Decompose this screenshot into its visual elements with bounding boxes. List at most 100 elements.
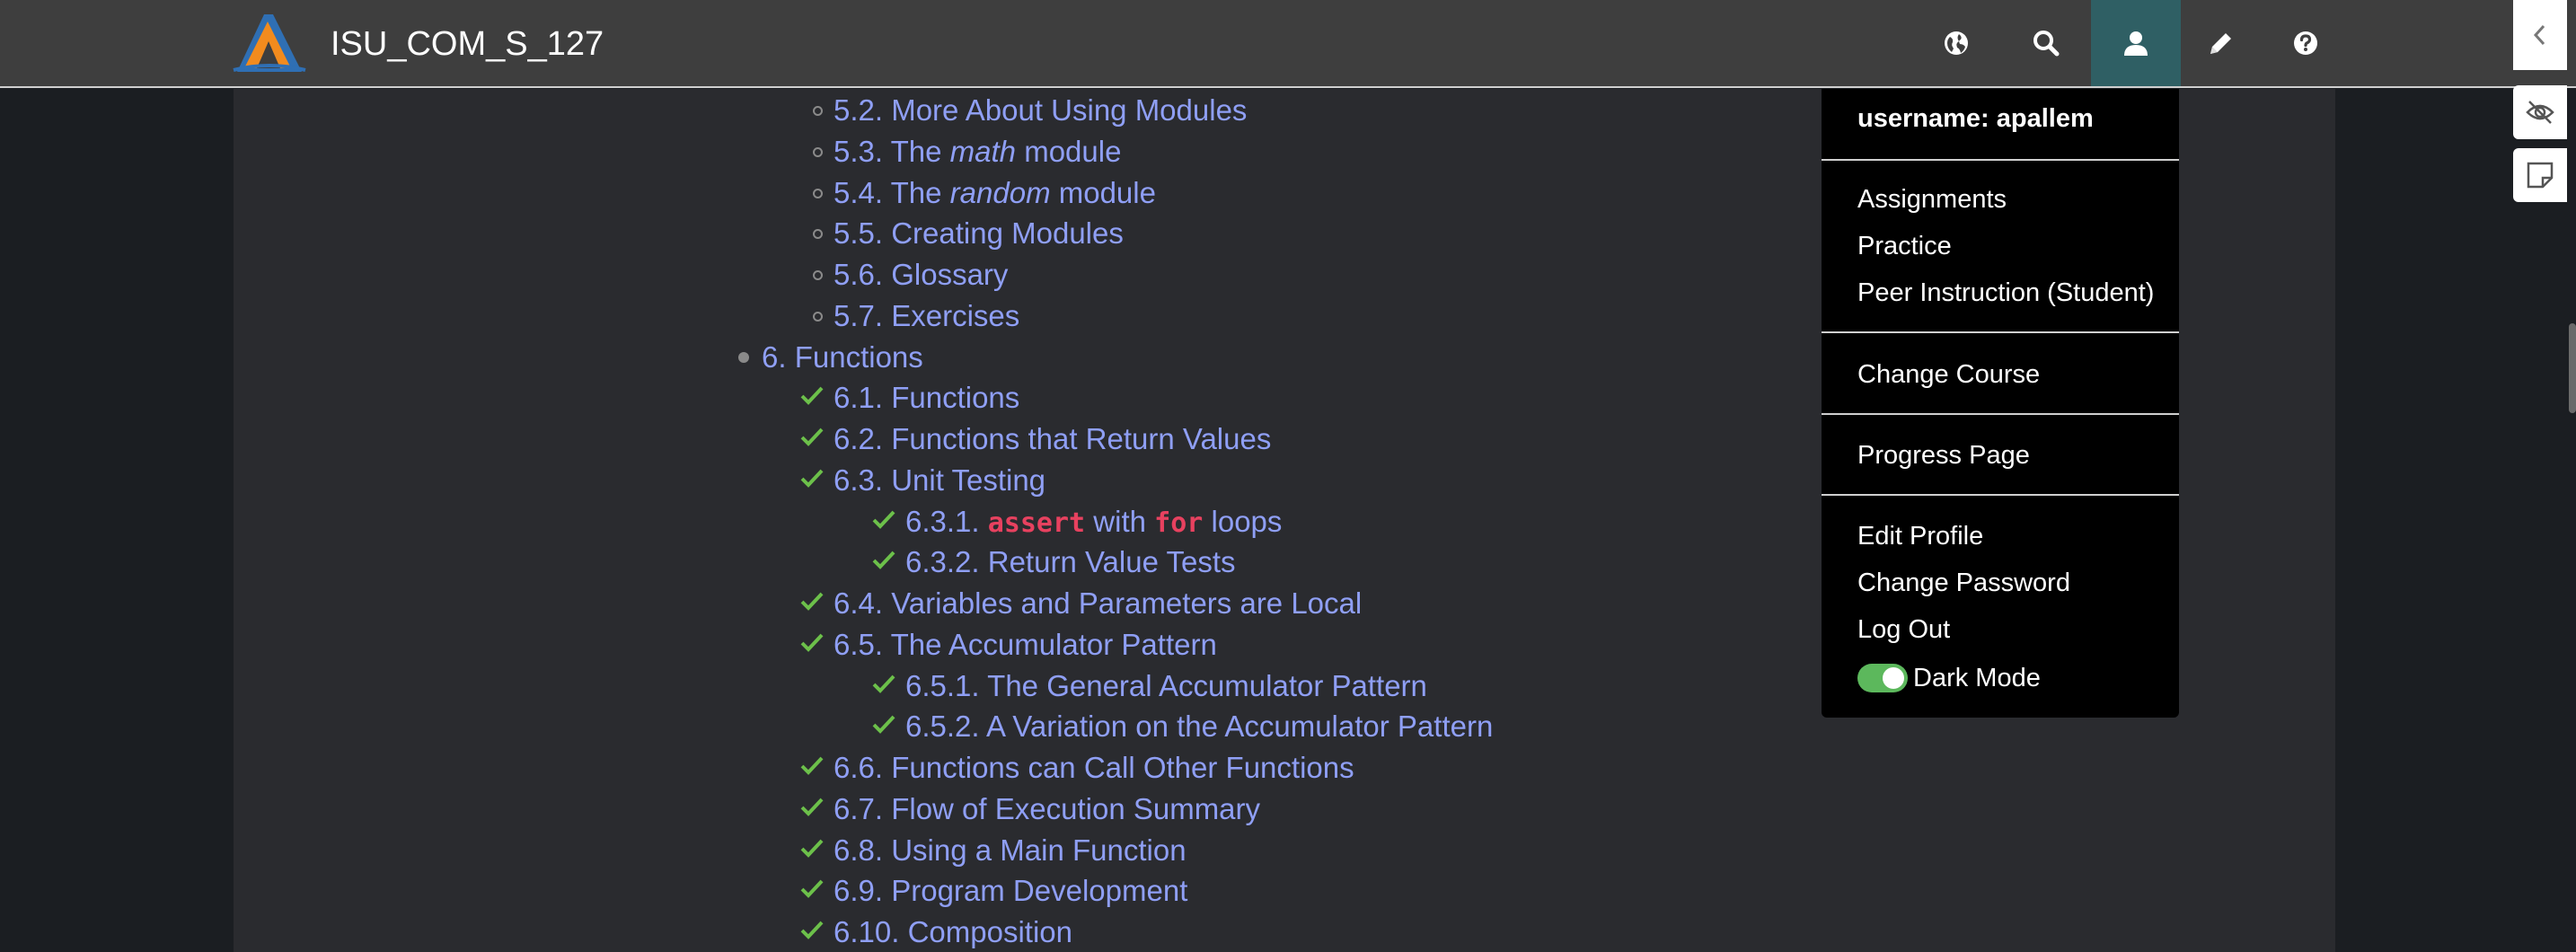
section-title-part: module: [1058, 175, 1156, 209]
toc-item[interactable]: 6.2. Functions that Return Values: [834, 420, 1271, 458]
section-title: Glossary: [891, 258, 1009, 291]
section-number: 6.5.2.: [905, 710, 980, 744]
list-bullet-icon: [813, 311, 823, 322]
toc-item[interactable]: 6.4. Variables and Parameters are Local: [834, 585, 1362, 622]
toc-item[interactable]: 6. Functions: [762, 339, 923, 376]
toc-item[interactable]: 6.3. Unit Testing: [834, 462, 1045, 499]
toc-item[interactable]: 6.8. Using a Main Function: [834, 832, 1187, 869]
section-title: Flow of Execution Summary: [891, 791, 1261, 825]
section-title: Functions that Return Values: [891, 422, 1272, 455]
checkmark-icon: [800, 633, 824, 652]
section-title-emphasis: math: [949, 134, 1017, 168]
sticky-note-icon: [2527, 162, 2554, 189]
section-number: 5.2.: [834, 93, 884, 127]
section-number: 6.2.: [834, 422, 884, 455]
checkmark-icon: [800, 798, 824, 816]
change-password-menu-item[interactable]: Change Password: [1857, 567, 2070, 599]
section-title: The General Accumulator Pattern: [987, 668, 1427, 702]
code-keyword: assert: [987, 507, 1086, 539]
section-number: 5.7.: [834, 298, 884, 332]
toc-item[interactable]: 5.2. More About Using Modules: [834, 92, 1247, 129]
toc-item[interactable]: 6.3.2. Return Value Tests: [905, 543, 1236, 581]
progress-page-menu-item[interactable]: Progress Page: [1857, 439, 2030, 472]
toc-item[interactable]: 6.10. Composition: [834, 913, 1072, 951]
section-number: 6.3.: [834, 463, 884, 497]
checkmark-icon: [800, 469, 824, 488]
section-title: Using a Main Function: [891, 833, 1187, 867]
change-course-menu-item[interactable]: Change Course: [1857, 358, 2040, 391]
checkmark-icon: [800, 386, 824, 406]
user-dropdown-menu: username: apallem Assignments Practice P…: [1822, 89, 2179, 718]
list-bullet-icon: [813, 229, 823, 240]
runestone-logo-icon[interactable]: [232, 9, 307, 75]
toc-item[interactable]: 5.5. Creating Modules: [834, 215, 1124, 252]
checkmark-icon: [872, 551, 895, 570]
hide-highlights-button[interactable]: [2513, 85, 2567, 139]
checkmark-icon: [800, 592, 824, 611]
toc-item[interactable]: 6.3.1. assert with for loops: [905, 503, 1282, 542]
section-number: 6.: [762, 339, 787, 374]
section-title: Functions: [794, 339, 923, 374]
search-icon: [2033, 31, 2060, 57]
section-number: 6.4.: [834, 586, 884, 620]
notes-button[interactable]: [2513, 148, 2567, 202]
edit-button[interactable]: [2176, 0, 2266, 86]
section-number: 5.4.: [834, 175, 884, 209]
user-menu-button[interactable]: [2091, 0, 2181, 86]
section-title: Exercises: [891, 298, 1020, 332]
section-number: 6.3.2.: [905, 545, 980, 579]
list-bullet-icon: [813, 270, 823, 280]
section-title: A Variation on the Accumulator Pattern: [985, 710, 1494, 744]
section-number: 6.9.: [834, 874, 884, 908]
course-title[interactable]: ISU_COM_S_127: [331, 23, 604, 65]
list-bullet-icon: [813, 106, 823, 116]
toc-item[interactable]: 6.7. Flow of Execution Summary: [834, 790, 1260, 828]
section-title: Functions can Call Other Functions: [891, 751, 1354, 784]
peer-instruction-menu-item[interactable]: Peer Instruction (Student): [1857, 277, 2154, 309]
username-label: username: apallem: [1857, 104, 2094, 133]
help-icon: [2294, 31, 2317, 55]
toc-item[interactable]: 6.1. Functions: [834, 379, 1019, 417]
pencil-icon: [2210, 33, 2231, 54]
navbar: ISU_COM_S_127: [0, 0, 2576, 88]
section-number: 6.3.1.: [905, 504, 980, 538]
practice-menu-item[interactable]: Practice: [1857, 230, 1952, 262]
log-out-menu-item[interactable]: Log Out: [1857, 613, 1950, 646]
menu-divider: [1822, 494, 2179, 496]
toc-item[interactable]: 6.5. The Accumulator Pattern: [834, 626, 1217, 664]
toc-item[interactable]: 5.7. Exercises: [834, 297, 1019, 335]
checkmark-icon: [872, 510, 895, 529]
section-title: Program Development: [891, 874, 1188, 908]
toc-item[interactable]: 6.5.2. A Variation on the Accumulator Pa…: [905, 708, 1493, 745]
checkmark-icon: [800, 428, 824, 446]
toc-item[interactable]: 6.6. Functions can Call Other Functions: [834, 749, 1354, 787]
edit-profile-menu-item[interactable]: Edit Profile: [1857, 520, 1983, 552]
section-title: Return Value Tests: [987, 545, 1236, 579]
section-title: Composition: [907, 915, 1072, 948]
library-button[interactable]: [1911, 0, 2001, 86]
search-button[interactable]: [2001, 0, 2091, 86]
section-number: 6.6.: [834, 751, 884, 784]
assignments-menu-item[interactable]: Assignments: [1857, 183, 2007, 216]
scrollbar-thumb[interactable]: [2569, 323, 2576, 413]
section-title-part: with: [1093, 504, 1146, 538]
checkmark-icon: [800, 756, 824, 775]
dark-mode-toggle[interactable]: [1857, 664, 1908, 692]
menu-divider: [1822, 159, 2179, 161]
eye-slash-icon: [2526, 101, 2554, 124]
section-title: Variables and Parameters are Local: [891, 586, 1363, 620]
dark-mode-label[interactable]: Dark Mode: [1913, 662, 2041, 694]
section-number: 6.7.: [834, 791, 884, 825]
collapse-sidebar-button[interactable]: [2513, 0, 2567, 70]
section-number: 5.6.: [834, 258, 884, 291]
checkmark-icon: [872, 715, 895, 735]
help-button[interactable]: [2261, 0, 2351, 86]
section-number: 6.5.: [834, 627, 884, 661]
toc-item[interactable]: 6.9. Program Development: [834, 872, 1187, 910]
toc-item[interactable]: 5.4. The random module: [834, 174, 1156, 212]
toc-item[interactable]: 5.6. Glossary: [834, 256, 1008, 294]
toc-item[interactable]: 6.5.1. The General Accumulator Pattern: [905, 667, 1427, 705]
section-title-part: The: [890, 175, 942, 209]
section-title-emphasis: random: [949, 175, 1051, 209]
toc-item[interactable]: 5.3. The math module: [834, 133, 1121, 171]
